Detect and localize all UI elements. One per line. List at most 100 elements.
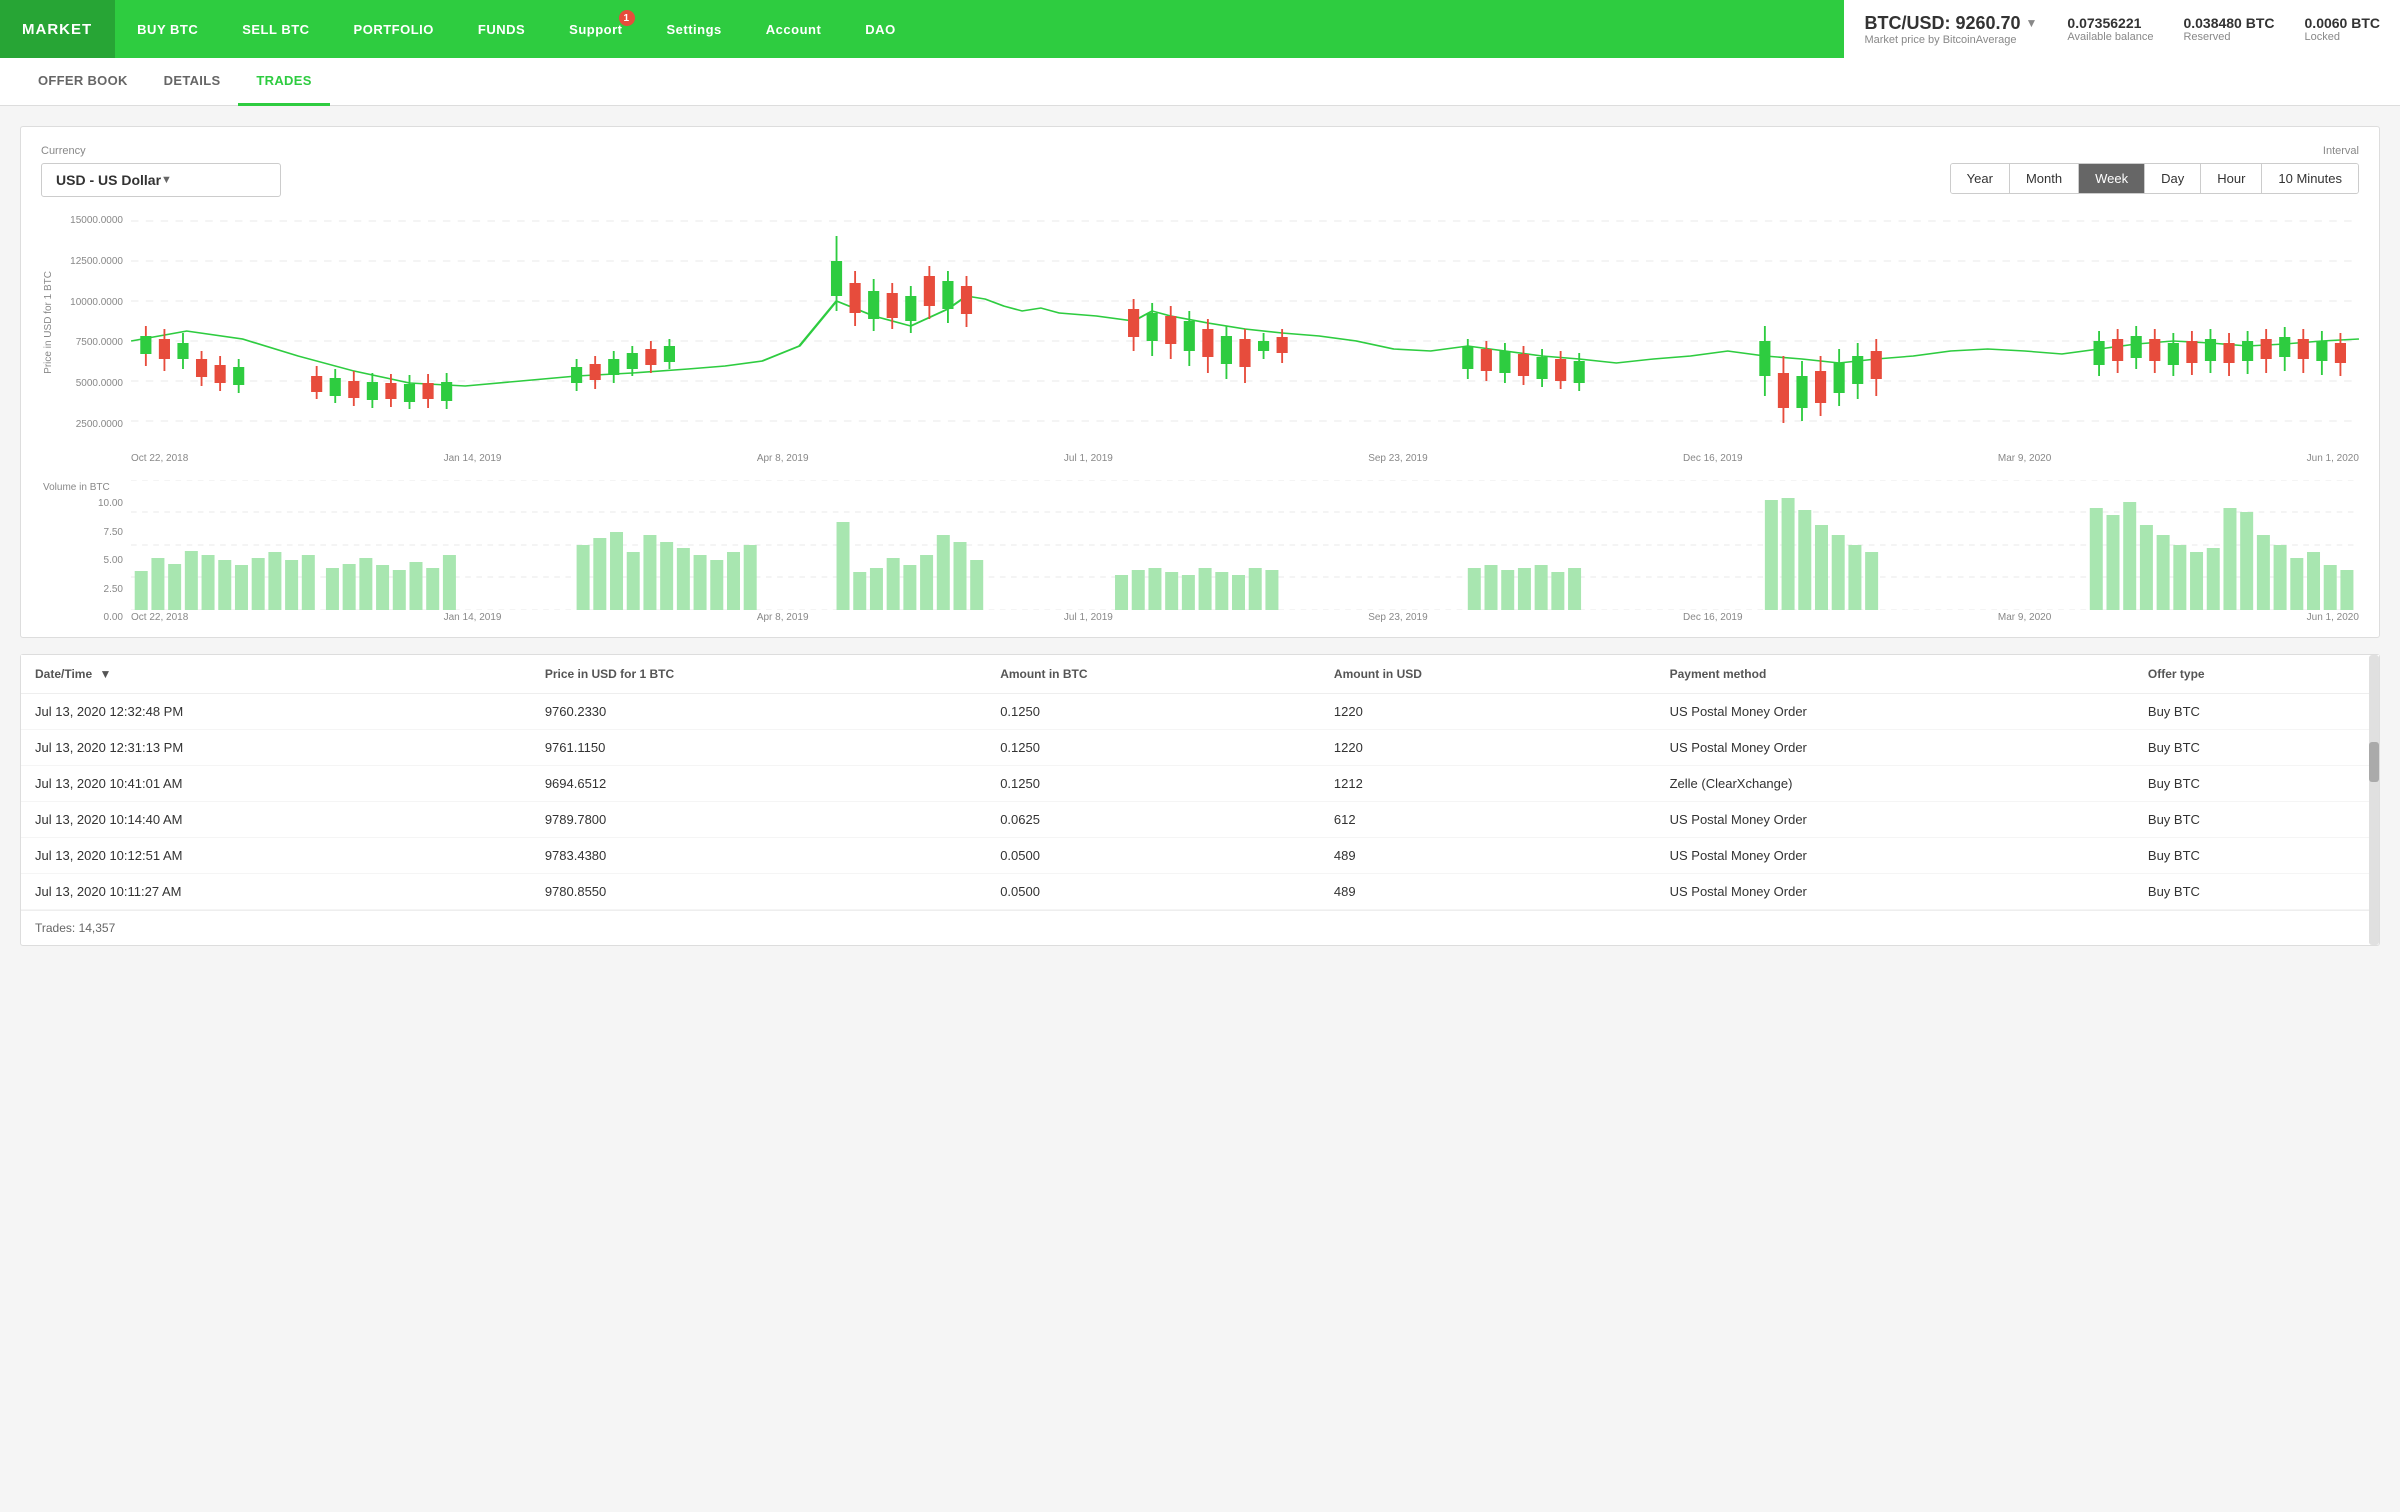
interval-year[interactable]: Year: [1951, 164, 2010, 193]
cell-payment: US Postal Money Order: [1656, 874, 2134, 910]
vol-x-7: Mar 9, 2020: [1998, 612, 2051, 623]
scrollbar-thumb[interactable]: [2369, 742, 2379, 782]
currency-label: Currency: [41, 145, 281, 157]
cell-payment: US Postal Money Order: [1656, 730, 2134, 766]
sort-arrow-icon[interactable]: ▼: [99, 667, 111, 681]
currency-dropdown[interactable]: USD - US Dollar ▼: [41, 163, 281, 197]
x-label-4: Jul 1, 2019: [1064, 453, 1113, 464]
cell-offer-type: Buy BTC: [2134, 766, 2379, 802]
candlestick-chart-container: 15000.0000 12500.0000 10000.0000 7500.00…: [41, 211, 2359, 464]
brand: MARKET: [0, 0, 115, 58]
y-axis-title: Price in USD for 1 BTC: [43, 271, 54, 374]
cell-price: 9783.4380: [531, 838, 986, 874]
nav-dao[interactable]: DAO: [843, 0, 917, 58]
tab-trades[interactable]: TRADES: [238, 58, 329, 106]
candlestick-area: Oct 22, 2018 Jan 14, 2019 Apr 8, 2019 Ju…: [131, 211, 2359, 464]
cell-amount-usd: 489: [1320, 874, 1656, 910]
cell-offer-type: Buy BTC: [2134, 802, 2379, 838]
y-axis-title-block: Price in USD for 1 BTC: [41, 211, 55, 434]
currency-arrow-icon: ▼: [161, 174, 266, 186]
cell-amount-btc: 0.1250: [986, 730, 1320, 766]
cell-offer-type: Buy BTC: [2134, 874, 2379, 910]
trades-footer: Trades: 14,357: [21, 910, 2379, 945]
tab-offer-book[interactable]: OFFER BOOK: [20, 58, 146, 106]
x-label-2: Jan 14, 2019: [444, 453, 502, 464]
interval-day[interactable]: Day: [2145, 164, 2201, 193]
available-balance-label: Available balance: [2067, 31, 2153, 43]
cell-datetime: Jul 13, 2020 12:32:48 PM: [21, 694, 531, 730]
cell-payment: US Postal Money Order: [1656, 838, 2134, 874]
table-row: Jul 13, 2020 10:12:51 AM 9783.4380 0.050…: [21, 838, 2379, 874]
vol-y-label-4: 2.50: [41, 584, 123, 595]
interval-week[interactable]: Week: [2079, 164, 2145, 193]
nav-settings[interactable]: Settings: [645, 0, 744, 58]
nav-support[interactable]: Support 1: [547, 0, 644, 58]
btc-price: BTC/USD: 9260.70: [1864, 13, 2020, 34]
table-row: Jul 13, 2020 12:31:13 PM 9761.1150 0.125…: [21, 730, 2379, 766]
x-label-8: Jun 1, 2020: [2307, 453, 2359, 464]
th-amount-usd: Amount in USD: [1320, 655, 1656, 694]
table-row: Jul 13, 2020 10:11:27 AM 9780.8550 0.050…: [21, 874, 2379, 910]
nav-links: BUY BTC SELL BTC PORTFOLIO FUNDS Support…: [115, 0, 918, 58]
nav-funds[interactable]: FUNDS: [456, 0, 547, 58]
vol-x-2: Jan 14, 2019: [444, 612, 502, 623]
chart-controls: Currency USD - US Dollar ▼ Interval Year…: [41, 145, 2359, 197]
locked-value: 0.0060 BTC: [2305, 15, 2380, 31]
price-dropdown-icon[interactable]: ▼: [2026, 16, 2038, 30]
vol-x-6: Dec 16, 2019: [1683, 612, 1743, 623]
interval-buttons: Year Month Week Day Hour 10 Minutes: [1950, 163, 2359, 194]
available-balance-value: 0.07356221: [2067, 15, 2153, 31]
cell-datetime: Jul 13, 2020 12:31:13 PM: [21, 730, 531, 766]
x-label-6: Dec 16, 2019: [1683, 453, 1743, 464]
th-amount-btc: Amount in BTC: [986, 655, 1320, 694]
cell-datetime: Jul 13, 2020 10:41:01 AM: [21, 766, 531, 802]
price-sub: Market price by BitcoinAverage: [1864, 34, 2037, 46]
btc-price-block: BTC/USD: 9260.70 ▼ Market price by Bitco…: [1864, 13, 2037, 46]
table-row: Jul 13, 2020 10:41:01 AM 9694.6512 0.125…: [21, 766, 2379, 802]
nav-buy-btc[interactable]: BUY BTC: [115, 0, 220, 58]
volume-y-axis: 10.00 7.50 5.00 2.50 0.00: [41, 480, 131, 623]
cell-payment: Zelle (ClearXchange): [1656, 766, 2134, 802]
scrollbar[interactable]: [2369, 655, 2379, 945]
interval-10min[interactable]: 10 Minutes: [2262, 164, 2358, 193]
interval-block: Interval Year Month Week Day Hour 10 Min…: [1950, 145, 2359, 194]
top-nav: MARKET BUY BTC SELL BTC PORTFOLIO FUNDS …: [0, 0, 2400, 58]
cell-payment: US Postal Money Order: [1656, 694, 2134, 730]
trades-table: Date/Time ▼ Price in USD for 1 BTC Amoun…: [21, 655, 2379, 910]
interval-month[interactable]: Month: [2010, 164, 2079, 193]
th-datetime: Date/Time ▼: [21, 655, 531, 694]
th-offer-type: Offer type: [2134, 655, 2379, 694]
interval-hour[interactable]: Hour: [2201, 164, 2262, 193]
cell-offer-type: Buy BTC: [2134, 694, 2379, 730]
volume-canvas: Oct 22, 2018 Jan 14, 2019 Apr 8, 2019 Ju…: [131, 480, 2359, 623]
interval-label: Interval: [1950, 145, 2359, 157]
tabs-bar: OFFER BOOK DETAILS TRADES: [0, 58, 2400, 106]
trades-section: Date/Time ▼ Price in USD for 1 BTC Amoun…: [20, 654, 2380, 946]
reserved-stat: 0.038480 BTC Reserved: [2183, 15, 2274, 43]
vol-x-8: Jun 1, 2020: [2307, 612, 2359, 623]
support-badge: 1: [619, 10, 635, 26]
reserved-label: Reserved: [2183, 31, 2274, 43]
chart-wrapper: Currency USD - US Dollar ▼ Interval Year…: [20, 126, 2380, 638]
cell-amount-usd: 489: [1320, 838, 1656, 874]
market-info: BTC/USD: 9260.70 ▼ Market price by Bitco…: [1844, 0, 2400, 58]
locked-stat: 0.0060 BTC Locked: [2305, 15, 2380, 43]
cell-amount-usd: 1212: [1320, 766, 1656, 802]
cell-price: 9761.1150: [531, 730, 986, 766]
locked-label: Locked: [2305, 31, 2380, 43]
tab-details[interactable]: DETAILS: [146, 58, 239, 106]
cell-amount-btc: 0.0625: [986, 802, 1320, 838]
nav-sell-btc[interactable]: SELL BTC: [220, 0, 331, 58]
cell-datetime: Jul 13, 2020 10:11:27 AM: [21, 874, 531, 910]
nav-account[interactable]: Account: [744, 0, 844, 58]
cell-amount-usd: 1220: [1320, 730, 1656, 766]
nav-portfolio[interactable]: PORTFOLIO: [332, 0, 456, 58]
cell-datetime: Jul 13, 2020 10:14:40 AM: [21, 802, 531, 838]
cell-amount-usd: 612: [1320, 802, 1656, 838]
vol-x-3: Apr 8, 2019: [757, 612, 809, 623]
vol-y-label-3: 5.00: [41, 555, 123, 566]
main-content: Currency USD - US Dollar ▼ Interval Year…: [0, 106, 2400, 966]
volume-svg: [131, 480, 2359, 610]
currency-value: USD - US Dollar: [56, 172, 161, 188]
th-price: Price in USD for 1 BTC: [531, 655, 986, 694]
